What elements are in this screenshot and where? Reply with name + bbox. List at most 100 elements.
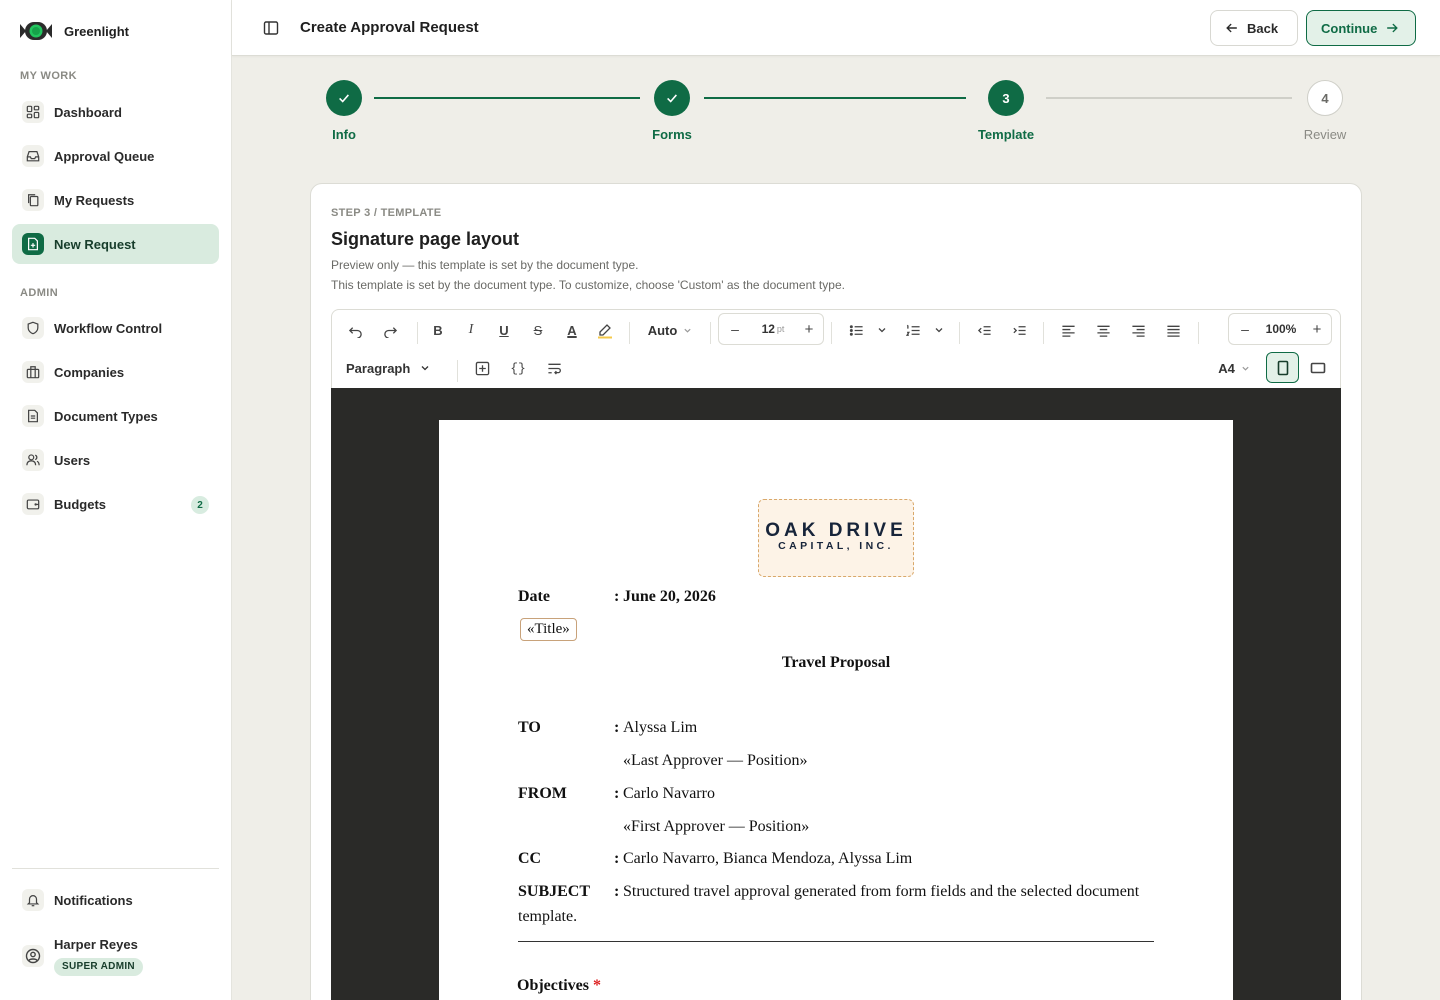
zoom-control: – 100% + bbox=[1228, 313, 1332, 345]
logo-line-2: CAPITAL, INC. bbox=[778, 540, 894, 552]
undo-icon bbox=[348, 323, 363, 338]
chevron-down-icon bbox=[877, 325, 887, 335]
sidebar-item-my-requests[interactable]: My Requests bbox=[12, 180, 219, 220]
zoom-in-button[interactable]: + bbox=[1307, 319, 1327, 339]
user-menu[interactable]: Harper Reyes SUPER ADMIN bbox=[12, 928, 219, 984]
dashboard-icon bbox=[22, 101, 44, 123]
strikethrough-button[interactable]: S bbox=[526, 318, 550, 342]
sidebar-toggle-icon[interactable] bbox=[263, 20, 279, 36]
font-size-input[interactable]: 12 pt bbox=[753, 319, 793, 339]
toolbar-divider bbox=[629, 322, 630, 344]
font-size-increase-button[interactable]: + bbox=[799, 319, 819, 339]
shield-icon bbox=[22, 317, 44, 339]
portrait-icon bbox=[1276, 360, 1290, 376]
arrow-right-icon bbox=[1385, 21, 1399, 35]
sidebar-item-label: Companies bbox=[54, 364, 125, 380]
back-button[interactable]: Back bbox=[1210, 10, 1298, 46]
align-right-button[interactable] bbox=[1126, 318, 1150, 342]
indent-button[interactable] bbox=[1007, 318, 1031, 342]
section-label-my-work: MY WORK bbox=[20, 70, 77, 82]
logo-line-1: OAK DRIVE bbox=[765, 520, 907, 541]
sidebar-item-label: Dashboard bbox=[54, 104, 122, 120]
text-color-button[interactable]: A bbox=[560, 316, 584, 344]
toolbar-divider bbox=[831, 322, 832, 344]
required-marker: * bbox=[592, 977, 601, 994]
check-icon bbox=[665, 91, 679, 105]
insert-block-button[interactable] bbox=[470, 356, 494, 380]
braces-icon: {} bbox=[510, 360, 526, 376]
plus-square-icon bbox=[475, 361, 490, 376]
font-color-mode-select[interactable]: Auto bbox=[638, 318, 702, 342]
font-size-decrease-button[interactable]: – bbox=[725, 319, 745, 339]
sidebar-item-document-types[interactable]: Document Types bbox=[12, 396, 219, 436]
underline-icon: U bbox=[499, 322, 509, 338]
step-connector-1 bbox=[374, 97, 640, 99]
outdent-icon bbox=[977, 323, 992, 338]
block-style-select[interactable]: Paragraph bbox=[346, 356, 442, 380]
plus-icon: + bbox=[1312, 320, 1322, 338]
align-center-button[interactable] bbox=[1091, 318, 1115, 342]
indent-icon bbox=[1012, 323, 1027, 338]
sidebar-item-companies[interactable]: Companies bbox=[12, 352, 219, 392]
sidebar-item-notifications[interactable]: Notifications bbox=[12, 880, 219, 920]
outdent-button[interactable] bbox=[972, 318, 996, 342]
sidebar-item-workflow-control[interactable]: Workflow Control bbox=[12, 308, 219, 348]
toolbar-divider bbox=[457, 360, 458, 382]
text-wrap-button[interactable] bbox=[542, 356, 566, 380]
toolbar-divider bbox=[1198, 322, 1199, 344]
sidebar-item-dashboard[interactable]: Dashboard bbox=[12, 92, 219, 132]
sidebar-item-users[interactable]: Users bbox=[12, 440, 219, 480]
numbered-list-button[interactable] bbox=[901, 318, 925, 342]
minus-icon: – bbox=[1241, 321, 1249, 337]
sidebar-item-label: Document Types bbox=[54, 408, 158, 424]
step-4-circle[interactable]: 4 bbox=[1307, 80, 1343, 116]
redo-button[interactable] bbox=[377, 318, 403, 342]
page-size-value: A4 bbox=[1218, 360, 1235, 376]
landscape-icon bbox=[1310, 361, 1326, 375]
title-placeholder-chip[interactable]: «Title» bbox=[520, 618, 577, 641]
step-2-circle[interactable] bbox=[654, 80, 690, 116]
italic-button[interactable]: I bbox=[459, 318, 483, 342]
portrait-orientation-button[interactable] bbox=[1266, 352, 1299, 383]
sidebar-item-label: Workflow Control bbox=[54, 320, 163, 336]
chevron-down-icon bbox=[683, 326, 692, 335]
bullet-list-button[interactable] bbox=[844, 318, 868, 342]
field-colon: : bbox=[614, 883, 620, 900]
from-label: FROM bbox=[518, 785, 567, 802]
undo-button[interactable] bbox=[342, 318, 368, 342]
strikethrough-icon: S bbox=[533, 322, 543, 338]
to-label: TO bbox=[518, 719, 541, 736]
bold-button[interactable]: B bbox=[426, 318, 450, 342]
font-size-value: 12 bbox=[761, 322, 775, 336]
step-1-circle[interactable] bbox=[326, 80, 362, 116]
underline-button[interactable]: U bbox=[492, 318, 516, 342]
sidebar-item-approval-queue[interactable]: Approval Queue bbox=[12, 136, 219, 176]
bullet-list-options-button[interactable] bbox=[874, 318, 890, 342]
insert-variable-button[interactable]: {} bbox=[506, 356, 530, 380]
field-colon: : bbox=[614, 785, 620, 802]
align-left-button[interactable] bbox=[1056, 318, 1080, 342]
bold-icon: B bbox=[433, 322, 443, 338]
subject-value: Structured travel approval generated fro… bbox=[623, 883, 1140, 900]
text-color-icon: A bbox=[567, 322, 577, 338]
wallet-icon bbox=[22, 493, 44, 515]
card-help-text: This template is set by the document typ… bbox=[331, 278, 845, 292]
sidebar-item-budgets[interactable]: Budgets 2 bbox=[12, 484, 219, 524]
align-justify-button[interactable] bbox=[1161, 318, 1185, 342]
continue-button[interactable]: Continue bbox=[1306, 10, 1416, 46]
zoom-out-button[interactable]: – bbox=[1235, 319, 1255, 339]
company-logo[interactable]: OAK DRIVE CAPITAL, INC. bbox=[758, 499, 914, 577]
page-size-select[interactable]: A4 bbox=[1214, 356, 1254, 380]
step-connector-3 bbox=[1046, 97, 1292, 99]
objectives-heading-text: Objectives bbox=[517, 977, 589, 994]
highlight-button[interactable] bbox=[593, 316, 617, 344]
building-icon bbox=[22, 361, 44, 383]
landscape-orientation-button[interactable] bbox=[1304, 352, 1332, 383]
step-3-circle[interactable]: 3 bbox=[988, 80, 1024, 116]
step-4-label: Review bbox=[1303, 127, 1347, 142]
brand[interactable]: Greenlight bbox=[20, 20, 129, 42]
font-size-unit: pt bbox=[776, 324, 785, 334]
align-justify-icon bbox=[1166, 323, 1181, 338]
sidebar-item-new-request[interactable]: New Request bbox=[12, 224, 219, 264]
numbered-list-options-button[interactable] bbox=[931, 318, 947, 342]
